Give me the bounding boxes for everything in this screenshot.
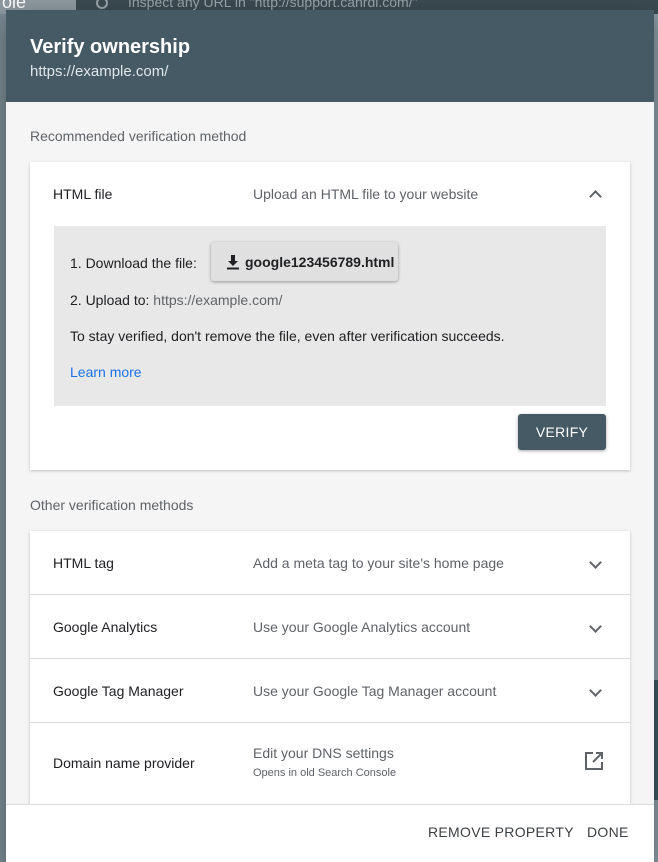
download-file-button[interactable]: google123456789.html: [211, 242, 398, 281]
method-name: Google Analytics: [53, 619, 158, 635]
search-placeholder: Inspect any URL in "http://support.cahrd…: [128, 0, 418, 10]
step1-label: 1. Download the file:: [70, 255, 197, 271]
method-name: Google Tag Manager: [53, 683, 184, 699]
download-file-name: google123456789.html: [245, 254, 395, 270]
dialog-footer: REMOVE PROPERTY DONE: [6, 804, 654, 862]
recommended-method-card: HTML file Upload an HTML file to your we…: [30, 162, 630, 470]
other-methods-section-label: Other verification methods: [30, 497, 194, 513]
method-name: Domain name provider: [53, 755, 195, 771]
step2-line: 2. Upload to: https://example.com/: [70, 292, 282, 308]
chevron-down-icon[interactable]: [589, 684, 602, 697]
method-row-google-tag-manager[interactable]: Google Tag Manager Use your Google Tag M…: [30, 659, 630, 723]
done-button[interactable]: DONE: [587, 824, 629, 840]
learn-more-link[interactable]: Learn more: [70, 364, 142, 380]
html-file-instructions: 1. Download the file: google123456789.ht…: [54, 226, 606, 406]
method-note: Opens in old Search Console: [253, 767, 397, 779]
method-name: HTML file: [53, 186, 113, 202]
chevron-down-icon[interactable]: [589, 620, 602, 633]
method-description: Use your Google Tag Manager account: [253, 683, 497, 699]
step2-label: 2. Upload to:: [70, 292, 150, 308]
html-file-method-header[interactable]: HTML file Upload an HTML file to your we…: [30, 162, 630, 226]
verify-ownership-dialog: Verify ownership https://example.com/ Re…: [6, 10, 654, 862]
method-row-html-tag[interactable]: HTML tag Add a meta tag to your site's h…: [30, 531, 630, 595]
method-name: HTML tag: [53, 555, 114, 571]
open-in-new-icon[interactable]: [584, 751, 604, 771]
other-methods-card: HTML tag Add a meta tag to your site's h…: [30, 531, 630, 806]
property-url: https://example.com/: [30, 63, 169, 80]
method-row-domain-name-provider[interactable]: Domain name provider Edit your DNS setti…: [30, 723, 630, 803]
verification-note: To stay verified, don't remove the file,…: [70, 328, 505, 344]
method-description: Edit your DNS settings: [253, 745, 394, 761]
remove-property-button[interactable]: REMOVE PROPERTY: [428, 824, 574, 840]
chevron-up-icon[interactable]: [589, 190, 602, 203]
url-inspect-search[interactable]: Inspect any URL in "http://support.cahrd…: [96, 0, 418, 10]
dialog-title: Verify ownership: [30, 36, 191, 58]
method-description: Upload an HTML file to your website: [253, 186, 479, 202]
method-description: Add a meta tag to your site's home page: [253, 555, 504, 571]
download-icon: [227, 255, 239, 270]
recommended-section-label: Recommended verification method: [30, 128, 247, 144]
search-icon: [96, 0, 108, 10]
method-description: Use your Google Analytics account: [253, 619, 471, 635]
method-row-google-analytics[interactable]: Google Analytics Use your Google Analyti…: [30, 595, 630, 659]
chevron-down-icon[interactable]: [589, 556, 602, 569]
dialog-header: Verify ownership https://example.com/: [6, 10, 654, 102]
upload-url: https://example.com/: [153, 292, 283, 308]
verify-button[interactable]: VERIFY: [518, 414, 606, 450]
